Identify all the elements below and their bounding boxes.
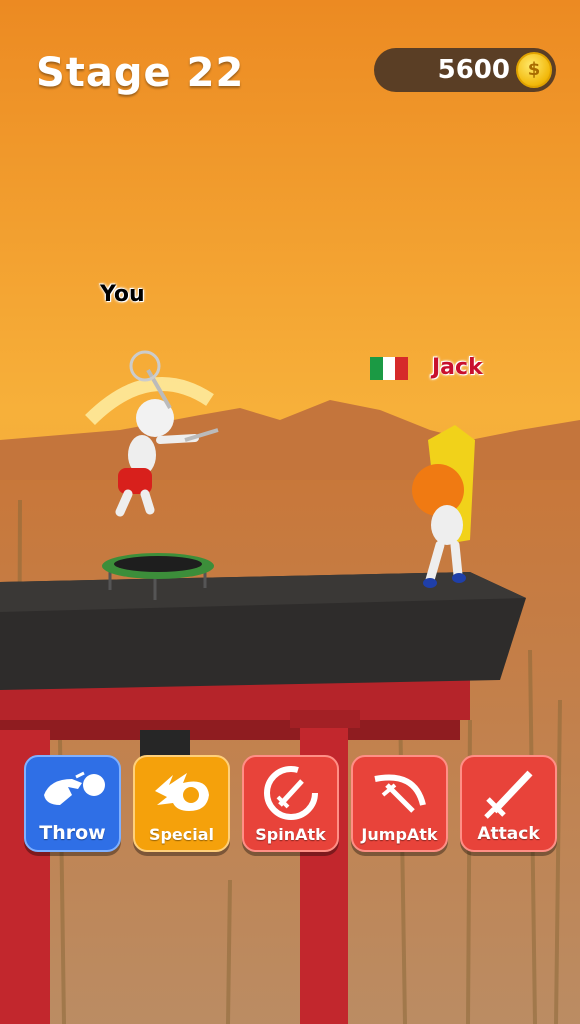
stage-label: Stage 22 [36,50,245,96]
throw-icon [43,771,105,805]
coin-counter: 5600 $ [374,48,556,92]
opponent-name-tag: Jack [432,355,483,380]
game-scene [0,0,580,1024]
coin-icon: $ [516,52,552,88]
special-button-label: Special [148,825,215,844]
fireball-icon [154,773,209,811]
action-bar: Throw Special SpinAtk JumpAtk Attack [24,755,558,855]
jump-sword-icon [373,774,426,813]
special-button[interactable]: Special [133,755,230,852]
italy-flag-icon [370,357,409,380]
spin-sword-icon [263,766,318,820]
spinatk-button-label: SpinAtk [255,825,326,844]
coin-count: 5600 [437,55,510,85]
player-name-tag: You [100,282,145,307]
attack-button-label: Attack [477,824,540,844]
attack-button[interactable]: Attack [460,755,557,852]
spinatk-button[interactable]: SpinAtk [242,755,339,852]
sword-icon [483,770,533,819]
platform [0,572,526,690]
jumpatk-button[interactable]: JumpAtk [351,755,448,852]
throw-button[interactable]: Throw [24,755,121,852]
jumpatk-button-label: JumpAtk [361,825,438,844]
throw-button-label: Throw [39,822,106,844]
ground-haze [0,480,580,1024]
